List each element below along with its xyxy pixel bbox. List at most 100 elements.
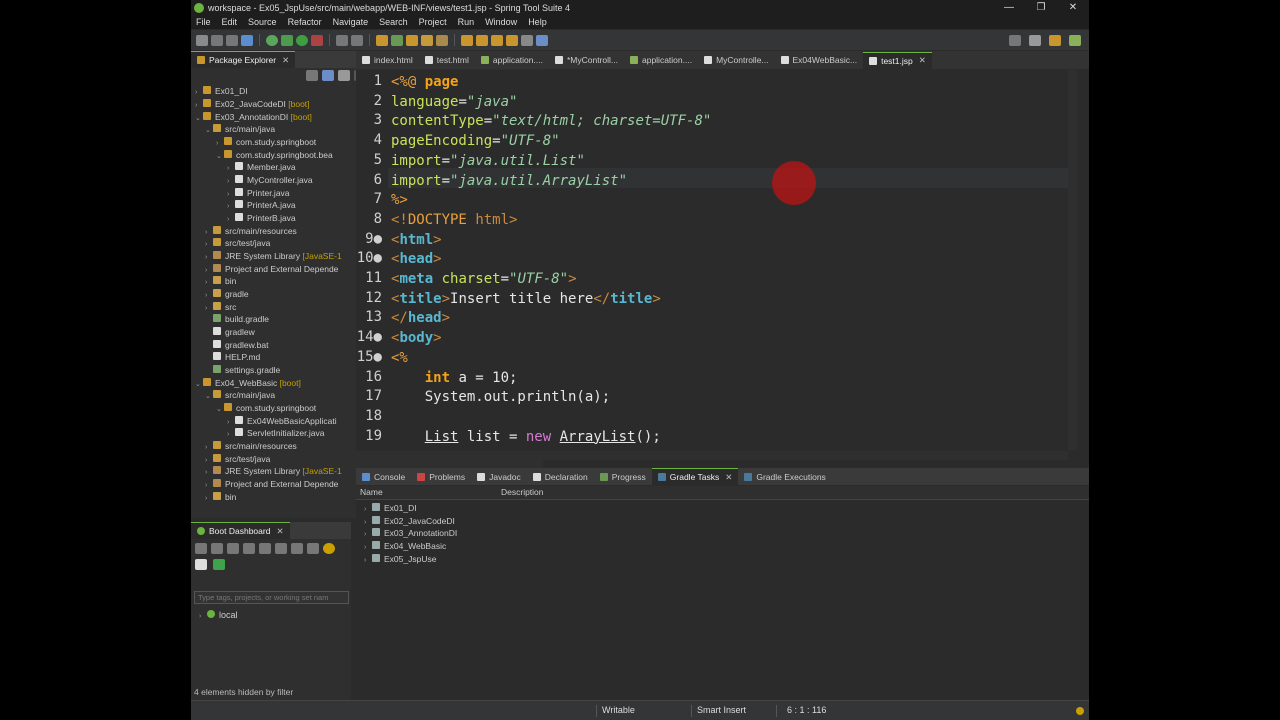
add-icon[interactable] xyxy=(213,559,225,570)
tab-gradle-executions[interactable]: Gradle Executions xyxy=(738,468,831,485)
menu-run[interactable]: Run xyxy=(453,17,481,27)
code-line[interactable]: <!DOCTYPE html> xyxy=(391,210,517,230)
tree-item[interactable]: settings.gradle xyxy=(205,364,280,376)
tree-item[interactable]: ⌄ Ex04_WebBasic [boot] xyxy=(195,377,301,389)
tab-index-html[interactable]: index.html xyxy=(356,52,419,69)
open-type-icon[interactable] xyxy=(421,34,433,46)
menu-search[interactable]: Search xyxy=(374,17,414,27)
code-line[interactable]: import="java.util.ArrayList" xyxy=(391,171,627,191)
new-java-project-icon[interactable] xyxy=(376,34,388,46)
java-perspective-icon[interactable] xyxy=(1069,34,1081,46)
gradle-row[interactable]: › Ex04_WebBasic xyxy=(364,540,446,552)
tree-item[interactable]: › gradle xyxy=(205,288,249,300)
maximize-button[interactable]: ❐ xyxy=(1025,0,1057,15)
code-line[interactable]: <head> xyxy=(391,249,442,269)
tab-console[interactable]: Console xyxy=(356,468,411,485)
tab-mycontroller[interactable]: MyControlle... xyxy=(698,52,774,69)
editor-vertical-scrollbar[interactable] xyxy=(1068,70,1077,450)
new-icon[interactable] xyxy=(196,34,208,46)
code-line[interactable]: import="java.util.List" xyxy=(391,151,585,171)
code-line[interactable]: <body> xyxy=(391,328,442,348)
tab-problems[interactable]: Problems xyxy=(411,468,471,485)
tree-item[interactable]: HELP.md xyxy=(205,351,260,363)
open-perspective-icon[interactable] xyxy=(1029,34,1041,46)
menu-help[interactable]: Help xyxy=(523,17,553,27)
tree-item[interactable]: › src/test/java xyxy=(205,453,270,465)
prev-annotation-icon[interactable] xyxy=(476,34,488,46)
boot-run-icon[interactable] xyxy=(266,34,278,46)
lightbulb-icon[interactable] xyxy=(323,543,335,554)
gradle-row[interactable]: › Ex03_AnnotationDI xyxy=(364,527,457,539)
lightbulb-icon[interactable] xyxy=(1076,707,1084,715)
code-line[interactable]: %> xyxy=(391,190,408,210)
menu-navigate[interactable]: Navigate xyxy=(328,17,375,27)
print-icon[interactable] xyxy=(241,34,253,46)
tree-item[interactable]: › src/main/resources xyxy=(205,225,297,237)
tab-declaration[interactable]: Declaration xyxy=(527,468,594,485)
tree-item[interactable]: › Ex01_DI xyxy=(195,85,248,97)
code-line[interactable]: <title>Insert title here</title> xyxy=(391,289,661,309)
menu-edit[interactable]: Edit xyxy=(217,17,244,27)
tree-item[interactable]: › src xyxy=(205,301,236,313)
code-editor[interactable]: 1 2 3 4 5 6 7 8 9● 10● 11 12 13 14● 15● 16 17 18 19 <%@ pa… xyxy=(356,70,1068,460)
save-all-icon[interactable] xyxy=(226,34,238,46)
column-description[interactable]: Description xyxy=(501,487,544,497)
tab-javadoc[interactable]: Javadoc xyxy=(471,468,527,485)
tab-progress[interactable]: Progress xyxy=(594,468,652,485)
tree-item[interactable]: gradlew xyxy=(205,326,255,338)
tab-test1-jsp[interactable]: test1.jsp ✕ xyxy=(863,51,932,69)
tab-gradle-tasks[interactable]: Gradle Tasks ✕ xyxy=(651,468,739,485)
tree-item[interactable]: › JRE System Library [JavaSE-1 xyxy=(205,250,342,262)
close-icon[interactable]: ✕ xyxy=(725,472,732,483)
tree-item[interactable]: ⌄ Ex03_AnnotationDI [boot] xyxy=(195,111,312,123)
annotation-nav-icon[interactable] xyxy=(461,34,473,46)
tree-item[interactable]: › ServletInitializer.java xyxy=(227,427,324,439)
spring-perspective-icon[interactable] xyxy=(1049,34,1061,46)
stop-icon[interactable] xyxy=(227,543,239,554)
tree-item[interactable]: gradlew.bat xyxy=(205,339,268,351)
tree-item[interactable]: › Printer.java xyxy=(227,187,290,199)
editor-horizontal-scrollbar[interactable] xyxy=(356,451,1068,460)
pin-editor-icon[interactable] xyxy=(536,34,548,46)
boot-item-local[interactable]: › local xyxy=(199,610,238,620)
tree-item[interactable]: › JRE System Library [JavaSE-1 xyxy=(205,465,342,477)
tree-item[interactable]: › bin xyxy=(205,491,236,503)
package-explorer-tab[interactable]: Package Explorer ✕ xyxy=(191,51,296,68)
tree-item[interactable]: › Project and External Depende xyxy=(205,478,338,490)
open-browser-icon[interactable] xyxy=(243,543,255,554)
close-icon[interactable]: ✕ xyxy=(282,55,289,66)
external-tools-icon[interactable] xyxy=(311,34,323,46)
tree-item[interactable]: › Ex02_JavaCodeDI [boot] xyxy=(195,98,310,110)
tree-item[interactable]: ⌄ src/main/java xyxy=(205,389,275,401)
tree-item[interactable]: › src/test/java xyxy=(205,237,270,249)
close-button[interactable]: ✕ xyxy=(1057,0,1089,15)
code-line[interactable]: <% xyxy=(391,348,408,368)
tree-item[interactable]: › Ex04WebBasicApplicati xyxy=(227,415,337,427)
tree-item[interactable]: › src/main/resources xyxy=(205,440,297,452)
gradle-row[interactable]: › Ex05_JspUse xyxy=(364,553,436,565)
code-line[interactable]: language="java" xyxy=(391,92,517,112)
forward-icon[interactable] xyxy=(506,34,518,46)
tab-ex04webbasic[interactable]: Ex04WebBasic... xyxy=(775,52,864,69)
tab-application-2[interactable]: application.... xyxy=(624,52,698,69)
close-icon[interactable]: ✕ xyxy=(919,55,926,66)
tree-item[interactable]: › MyController.java xyxy=(227,174,313,186)
tree-item[interactable]: › Project and External Depende xyxy=(205,263,338,275)
properties-icon[interactable] xyxy=(307,543,319,554)
menu-source[interactable]: Source xyxy=(243,17,283,27)
tab-mycontroller-dirty[interactable]: *MyControll... xyxy=(549,52,624,69)
console-icon[interactable] xyxy=(259,543,271,554)
tree-item[interactable]: › bin xyxy=(205,275,236,287)
code-line[interactable]: <%@ page xyxy=(391,72,458,92)
tree-item[interactable]: ⌄ com.study.springboot xyxy=(216,402,316,414)
save-icon[interactable] xyxy=(211,34,223,46)
code-line[interactable]: </head> xyxy=(391,308,450,328)
menu-file[interactable]: File xyxy=(191,17,217,27)
nav-arrow-icon[interactable] xyxy=(521,34,533,46)
back-icon[interactable] xyxy=(491,34,503,46)
gradle-row[interactable]: › Ex02_JavaCodeDI xyxy=(364,515,455,527)
code-line[interactable]: <html> xyxy=(391,230,442,250)
debug-icon[interactable] xyxy=(281,34,293,46)
column-name[interactable]: Name xyxy=(360,487,383,497)
refresh-icon[interactable] xyxy=(275,543,287,554)
